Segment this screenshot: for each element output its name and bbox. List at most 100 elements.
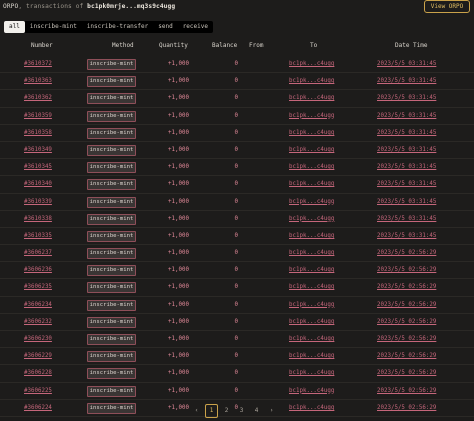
table-header: Number Method Quantity Balance From To D… (0, 42, 474, 52)
to-address-link[interactable]: bc1pk...c4ugg (289, 181, 334, 187)
datetime-link[interactable]: 2023/5/5 02:56:29 (377, 250, 436, 256)
inscription-number-link[interactable]: #3610339 (24, 199, 52, 205)
transactions-table: #3610372 inscribe-mint +1,000 0 bc1pk...c4ug… (0, 56, 474, 417)
quantity-value: +1,000 (168, 318, 189, 325)
wallet-address: bc1pk0mrje...mq3s9c4ugg (87, 3, 176, 10)
page-4-button[interactable]: 4 (250, 405, 263, 417)
to-address-link[interactable]: bc1pk...c4ugg (289, 353, 334, 359)
quantity-value: +1,000 (168, 301, 189, 308)
tab-all[interactable]: all (4, 21, 25, 33)
balance-value: 0 (234, 129, 239, 136)
to-address-link[interactable]: bc1pk...c4ugg (289, 250, 334, 256)
inscription-number-link[interactable]: #3610335 (24, 233, 52, 239)
datetime-link[interactable]: 2023/5/5 03:31:45 (377, 130, 436, 136)
inscription-number-link[interactable]: #3610338 (24, 216, 52, 222)
page-1-button[interactable]: 1 (205, 404, 218, 418)
prev-page-button[interactable]: ‹ (190, 405, 203, 417)
datetime-link[interactable]: 2023/5/5 03:31:45 (377, 78, 436, 84)
tab-receive[interactable]: receive (178, 21, 213, 33)
datetime-link[interactable]: 2023/5/5 03:31:45 (377, 216, 436, 222)
datetime-link[interactable]: 2023/5/5 02:56:29 (377, 302, 436, 308)
inscription-number-link[interactable]: #3610372 (24, 61, 52, 67)
datetime-link[interactable]: 2023/5/5 03:31:45 (377, 181, 436, 187)
datetime-link[interactable]: 2023/5/5 02:56:29 (377, 267, 436, 273)
page-2-button[interactable]: 2 (220, 405, 233, 417)
inscription-number-link[interactable]: #3606236 (24, 267, 52, 273)
datetime-link[interactable]: 2023/5/5 03:31:45 (377, 147, 436, 153)
inscription-number-link[interactable]: #3610358 (24, 130, 52, 136)
method-badge: inscribe-mint (87, 59, 136, 70)
datetime-link[interactable]: 2023/5/5 02:56:29 (377, 405, 436, 411)
token-tick: ORPO (3, 3, 19, 10)
inscription-number-link[interactable]: #3606225 (24, 388, 52, 394)
to-address-link[interactable]: bc1pk...c4ugg (289, 113, 334, 119)
inscription-number-link[interactable]: #3606234 (24, 302, 52, 308)
balance-value: 0 (234, 353, 239, 360)
inscription-number-link[interactable]: #3610340 (24, 181, 52, 187)
method-badge: inscribe-mint (87, 144, 136, 156)
tab-send[interactable]: send (153, 21, 177, 33)
to-address-link[interactable]: bc1pk...c4ugg (289, 336, 334, 342)
to-address-link[interactable]: bc1pk...c4ugg (289, 319, 334, 325)
datetime-link[interactable]: 2023/5/5 03:31:45 (377, 61, 436, 67)
inscription-number-link[interactable]: #3610345 (24, 164, 52, 170)
to-address-link[interactable]: bc1pk...c4ugg (289, 61, 334, 67)
datetime-link[interactable]: 2023/5/5 02:56:29 (377, 319, 436, 325)
column-header-to: To (310, 42, 318, 49)
balance-value: 0 (234, 284, 239, 291)
inscription-number-link[interactable]: #3610359 (24, 113, 52, 119)
datetime-link[interactable]: 2023/5/5 02:56:29 (377, 388, 436, 394)
datetime-link[interactable]: 2023/5/5 02:56:29 (377, 353, 436, 359)
balance-value: 0 (234, 370, 239, 377)
to-address-link[interactable]: bc1pk...c4ugg (289, 130, 334, 136)
inscription-number-link[interactable]: #3606232 (24, 319, 52, 325)
to-address-link[interactable]: bc1pk...c4ugg (289, 164, 334, 170)
inscription-number-link[interactable]: #3606235 (24, 284, 52, 290)
to-address-link[interactable]: bc1pk...c4ugg (289, 302, 334, 308)
inscription-number-link[interactable]: #3610362 (24, 95, 52, 101)
to-address-link[interactable]: bc1pk...c4ugg (289, 199, 334, 205)
method-badge: inscribe-mint (87, 127, 136, 139)
to-address-link[interactable]: bc1pk...c4ugg (289, 95, 334, 101)
to-address-link[interactable]: bc1pk...c4ugg (289, 284, 334, 290)
table-row: #3606230 inscribe-mint +1,000 0 bc1pk...c4ug… (0, 331, 474, 349)
inscription-number-link[interactable]: #3606228 (24, 370, 52, 376)
inscription-number-link[interactable]: #3610363 (24, 78, 52, 84)
inscription-number-link[interactable]: #3610349 (24, 147, 52, 153)
datetime-link[interactable]: 2023/5/5 03:31:45 (377, 199, 436, 205)
datetime-link[interactable]: 2023/5/5 02:56:29 (377, 370, 436, 376)
to-address-link[interactable]: bc1pk...c4ugg (289, 216, 334, 222)
balance-value: 0 (234, 95, 239, 102)
to-address-link[interactable]: bc1pk...c4ugg (289, 233, 334, 239)
tab-inscribe-transfer[interactable]: inscribe-transfer (82, 21, 153, 33)
datetime-link[interactable]: 2023/5/5 03:31:45 (377, 164, 436, 170)
to-address-link[interactable]: bc1pk...c4ugg (289, 405, 334, 411)
column-header-quantity: Quantity (159, 42, 188, 49)
page-3-button[interactable]: 3 (235, 405, 248, 417)
quantity-value: +1,000 (168, 387, 189, 394)
view-token-button[interactable]: View ORPO (424, 0, 470, 13)
inscription-number-link[interactable]: #3606224 (24, 405, 52, 411)
quantity-value: +1,000 (168, 112, 189, 119)
method-badge: inscribe-mint (87, 110, 136, 122)
to-address-link[interactable]: bc1pk...c4ugg (289, 267, 334, 273)
table-row: #3610349 inscribe-mint +1,000 0 bc1pk...c4ug… (0, 142, 474, 160)
tab-inscribe-mint[interactable]: inscribe-mint (25, 21, 82, 33)
datetime-link[interactable]: 2023/5/5 03:31:45 (377, 95, 436, 101)
datetime-link[interactable]: 2023/5/5 03:31:45 (377, 113, 436, 119)
table-row: #3606234 inscribe-mint +1,000 0 bc1pk...c4ug… (0, 297, 474, 314)
datetime-link[interactable]: 2023/5/5 02:56:29 (377, 336, 436, 342)
datetime-link[interactable]: 2023/5/5 03:31:45 (377, 233, 436, 239)
next-page-button[interactable]: › (265, 405, 278, 417)
inscription-number-link[interactable]: #3606229 (24, 353, 52, 359)
method-badge: inscribe-mint (87, 368, 136, 380)
inscription-number-link[interactable]: #3606237 (24, 250, 52, 256)
to-address-link[interactable]: bc1pk...c4ugg (289, 388, 334, 394)
to-address-link[interactable]: bc1pk...c4ugg (289, 370, 334, 376)
to-address-link[interactable]: bc1pk...c4ugg (289, 147, 334, 153)
inscription-number-link[interactable]: #3606230 (24, 336, 52, 342)
datetime-link[interactable]: 2023/5/5 02:56:29 (377, 284, 436, 290)
to-address-link[interactable]: bc1pk...c4ugg (289, 78, 334, 84)
table-row: #3606229 inscribe-mint +1,000 0 bc1pk...c4ug… (0, 348, 474, 366)
method-badge: inscribe-mint (87, 282, 136, 294)
